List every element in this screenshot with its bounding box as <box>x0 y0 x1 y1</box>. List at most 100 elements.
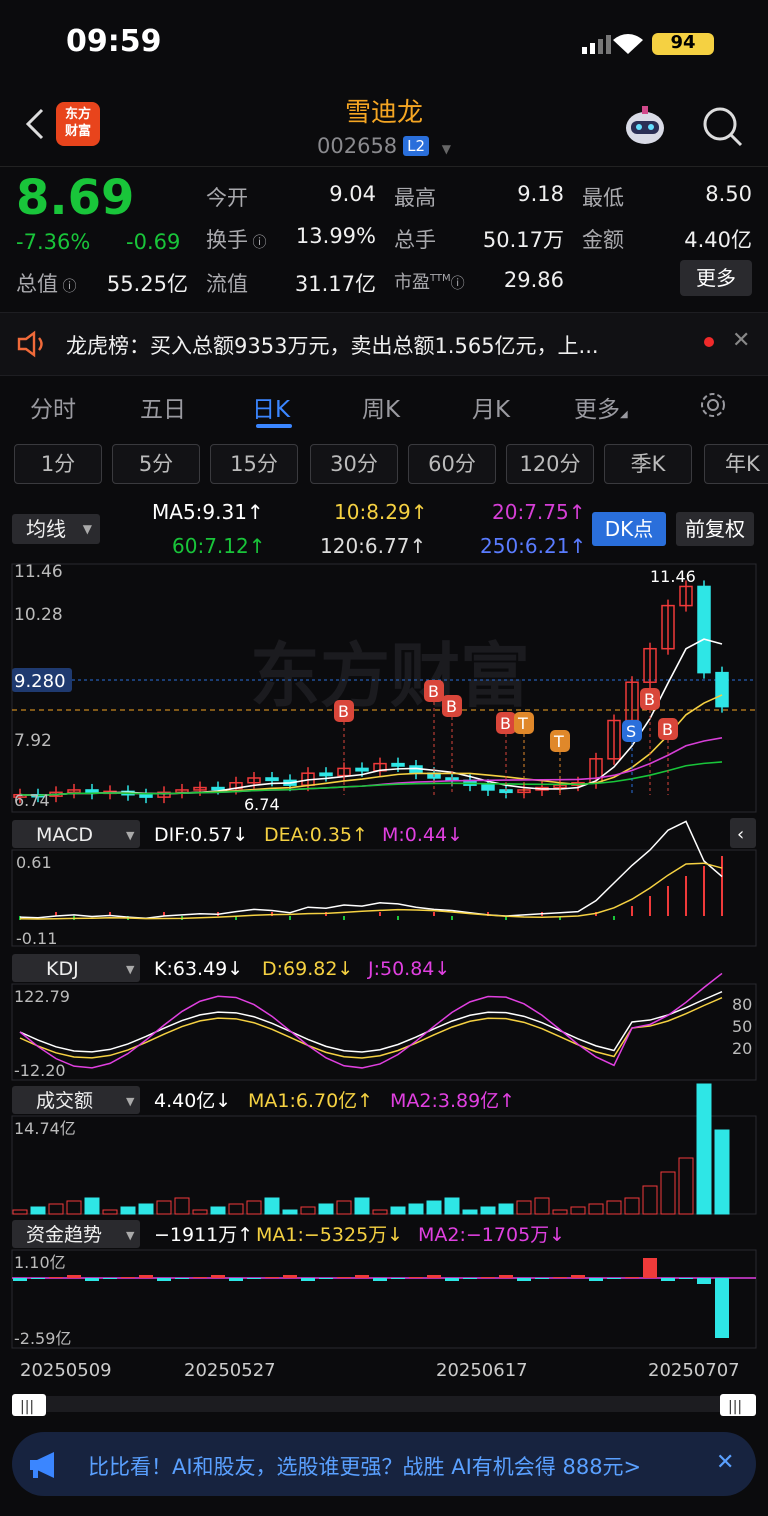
period-120min[interactable]: 120分 <box>506 444 594 484</box>
search-icon[interactable] <box>700 104 744 148</box>
marker-label: B <box>338 702 349 721</box>
amount-bar <box>606 1200 622 1215</box>
candle-body <box>355 767 369 772</box>
fund-bar <box>697 1278 711 1284</box>
fund-bar <box>355 1275 369 1278</box>
turnover-label: 换手 ⓘ <box>206 228 267 252</box>
close-icon[interactable]: ✕ <box>732 328 750 353</box>
amount-bar <box>660 1171 676 1215</box>
ma-line-60 <box>19 761 723 797</box>
candle-body <box>139 793 153 798</box>
candle-body <box>211 786 225 791</box>
adjust-button[interactable]: 前复权 <box>676 512 754 546</box>
period-5min[interactable]: 5分 <box>112 444 200 484</box>
status-time: 09:59 <box>66 24 162 59</box>
kline-y-2: 9.280 <box>14 671 66 692</box>
period-1min[interactable]: 1分 <box>14 444 102 484</box>
candle-body <box>391 762 405 767</box>
volume-value: 50.17万 <box>482 228 564 252</box>
fund-bar <box>481 1277 495 1278</box>
fund-bar <box>103 1278 117 1279</box>
tab-five-day[interactable]: 五日 <box>140 390 186 424</box>
period-15min[interactable]: 15分 <box>210 444 298 484</box>
fund-bar <box>445 1278 459 1281</box>
svg-text:|||: ||| <box>20 1399 34 1415</box>
float-value: 31.17亿 <box>294 272 376 296</box>
amount-bar <box>552 1209 568 1215</box>
tab-weekly-k[interactable]: 周K <box>362 390 400 424</box>
unread-dot <box>704 337 714 347</box>
more-quote-button[interactable]: 更多 <box>680 260 752 296</box>
amount-bar <box>102 1209 118 1215</box>
ma250-value: 250:6.21↑ <box>480 534 587 558</box>
candle-body <box>715 671 729 708</box>
gear-icon[interactable] <box>698 390 728 420</box>
fund-bar <box>643 1258 657 1278</box>
fund-bar <box>463 1278 477 1279</box>
promo-text: 比比看！AI和股友，选股谁更强？战胜 AI有机会得 888元> <box>88 1455 642 1479</box>
dk-point-button[interactable]: DK点 <box>592 512 666 546</box>
ma20-value: 20:7.75↑ <box>492 500 586 524</box>
marker-label: S <box>626 722 636 741</box>
robot-assistant-icon[interactable] <box>622 104 668 148</box>
amount-value-ind: 4.40亿↓ <box>154 1090 231 1112</box>
tab-more[interactable]: 更多◢ <box>574 390 628 424</box>
candle-body <box>265 777 279 782</box>
amount-bar <box>318 1203 334 1215</box>
kline-y-1: 10.28 <box>14 605 63 625</box>
amount-bar <box>354 1197 370 1215</box>
amount-bar <box>570 1206 586 1215</box>
fund-bar <box>535 1278 549 1279</box>
amount-label: 金额 <box>582 228 624 252</box>
fund-bar <box>211 1275 225 1278</box>
fund-bar <box>85 1278 99 1281</box>
fund-bar <box>337 1277 351 1278</box>
fund-bar <box>301 1278 315 1281</box>
marker-label: T <box>553 732 564 751</box>
date-label-2: 20250617 <box>436 1360 528 1381</box>
svg-text:▼: ▼ <box>126 963 135 976</box>
period-30min[interactable]: 30分 <box>310 444 398 484</box>
amount-bar <box>444 1197 460 1215</box>
stock-charts[interactable]: 东方财富 BBBB TTSBB 11.46 10.28 9.280 7.92 6.… <box>0 560 768 1420</box>
amount-bar <box>84 1197 100 1215</box>
fund-bar <box>121 1277 135 1278</box>
fund-bar <box>661 1278 675 1281</box>
tab-monthly-k[interactable]: 月K <box>472 390 510 424</box>
kdj-k-line <box>19 990 723 1053</box>
volume-label: 总手 <box>394 228 436 252</box>
fund-bar <box>229 1278 243 1281</box>
fund-bar <box>193 1277 207 1278</box>
period-year-k[interactable]: 年K <box>704 444 768 484</box>
candle-body <box>319 772 333 777</box>
tab-daily-k[interactable]: 日K <box>252 390 290 424</box>
level2-badge: L2 <box>403 136 430 156</box>
period-quarter-k[interactable]: 季K <box>604 444 692 484</box>
ma5-value: MA5:9.31↑ <box>152 500 264 524</box>
watermark: 东方财富 <box>250 635 530 717</box>
amount-bar <box>498 1203 514 1215</box>
amount-bar <box>138 1203 154 1215</box>
date-label-3: 20250707 <box>648 1360 740 1381</box>
megaphone-icon <box>30 1452 54 1478</box>
amount-bar <box>714 1129 730 1215</box>
fund-bar <box>31 1278 45 1279</box>
tab-intraday[interactable]: 分时 <box>30 390 76 424</box>
amount-bar <box>426 1200 442 1215</box>
fund-bar <box>715 1278 729 1338</box>
svg-text:|||: ||| <box>728 1399 742 1415</box>
ma-selector[interactable]: 均线 ▼ <box>12 514 100 544</box>
period-60min[interactable]: 60分 <box>408 444 496 484</box>
fund-bar <box>499 1275 513 1278</box>
status-bar: 09:59 94 <box>0 0 768 88</box>
ma120-value: 120:6.77↑ <box>320 534 427 558</box>
active-tab-indicator <box>256 424 292 428</box>
marker-label: T <box>517 714 528 733</box>
amount-ma1: MA1:6.70亿↑ <box>248 1090 373 1112</box>
low-value: 8.50 <box>705 182 752 206</box>
ma-line-20 <box>19 736 723 797</box>
amount-bar <box>480 1206 496 1215</box>
fund-bar <box>391 1278 405 1279</box>
promo-close-icon[interactable]: ✕ <box>716 1450 734 1475</box>
amount-bar <box>264 1197 280 1215</box>
